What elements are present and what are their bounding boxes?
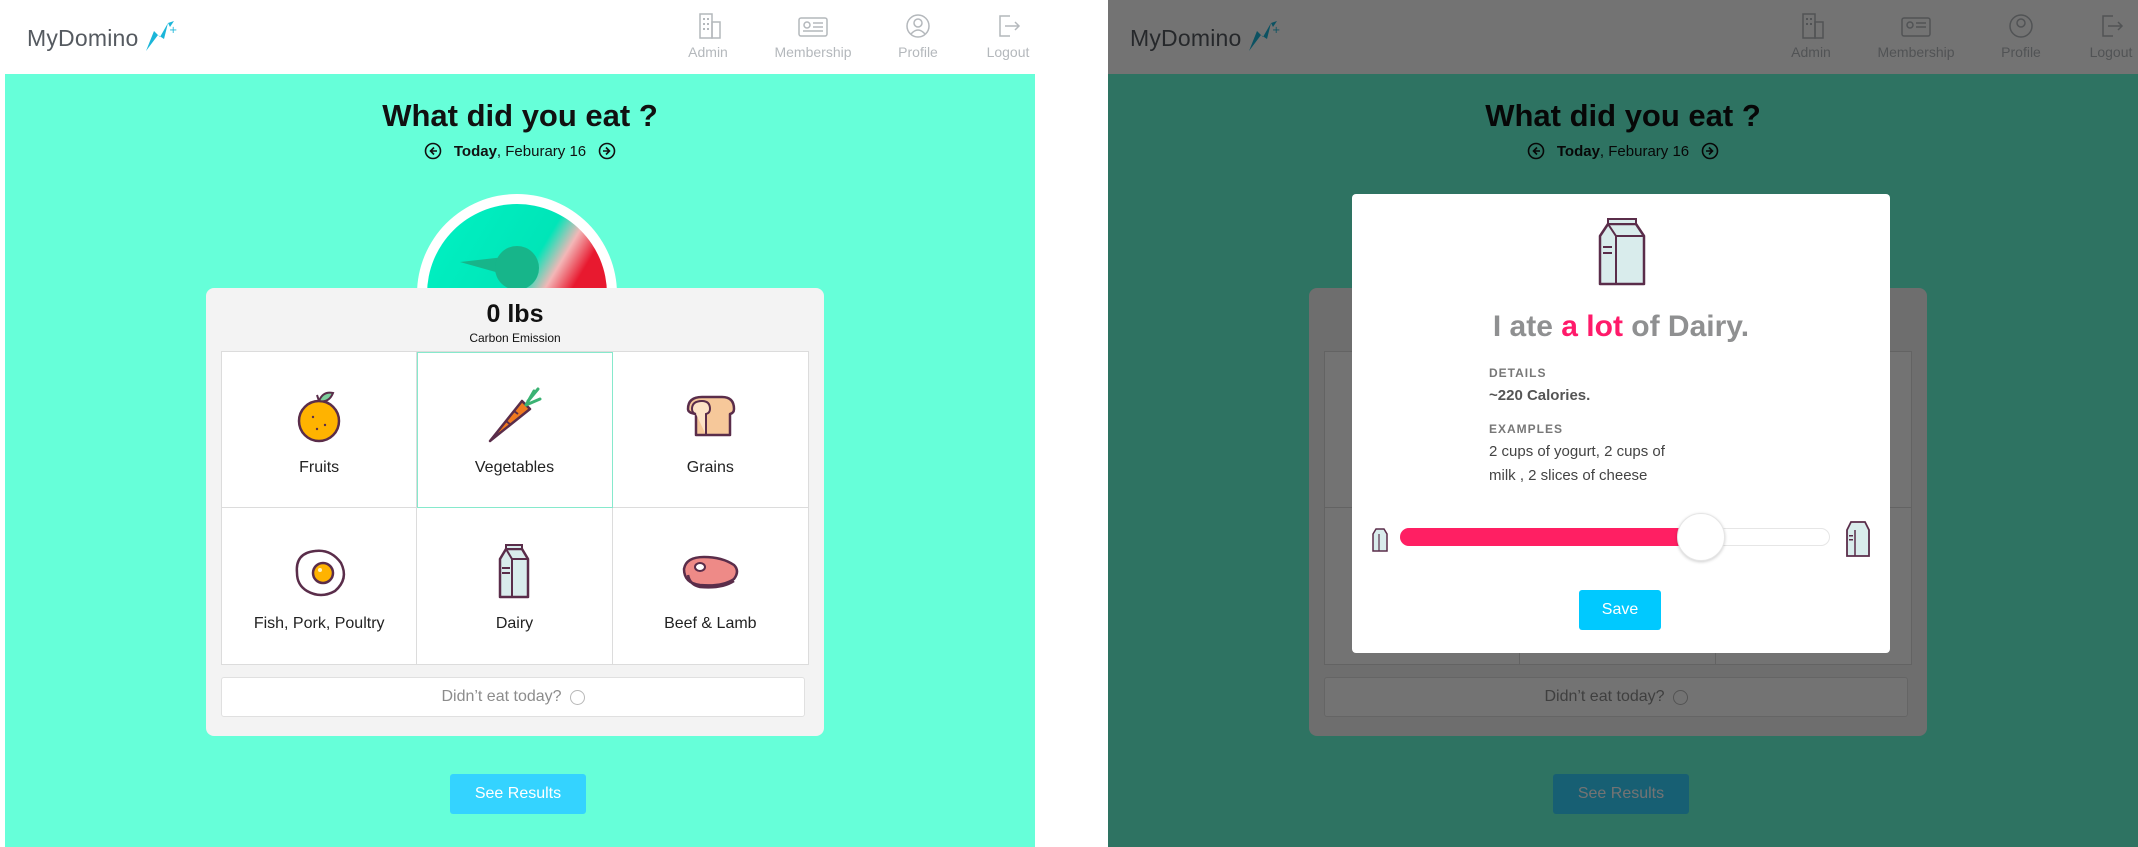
category-label: Dairy [495,615,534,632]
nav-profile[interactable]: Profile [873,12,963,60]
slider-fill [1400,528,1701,546]
category-fruits[interactable]: Fruits [222,352,418,508]
category-grains[interactable]: Grains [612,352,808,508]
category-dairy[interactable]: Dairy [417,508,613,664]
category-beef-lamb[interactable]: Beef & Lamb [612,508,808,664]
milk-carton-icon [499,544,530,599]
main-nav: Admin Membership Profile Logout [663,12,1035,60]
amount-highlight: a lot [1561,310,1623,343]
nav-membership[interactable]: Membership [753,12,873,60]
slider-thumb[interactable] [1677,513,1725,561]
title-suffix: of Dairy. [1631,310,1750,343]
category-label: Beef & Lamb [664,615,757,632]
building-icon [699,13,721,39]
nav-membership-label: Membership [774,44,852,60]
next-day-icon[interactable] [598,142,616,160]
date-today: Today [453,142,497,160]
examples-line-1: 2 cups of yogurt, 2 cups of [1489,443,1665,460]
bread-icon [687,395,736,436]
orange-icon [297,391,341,442]
examples-label: EXAMPLES [1489,422,1564,436]
emission-summary: 0 lbs Carbon Emission [206,300,824,345]
food-log-with-modal-screen: MyDomino + Admin Membership [1108,0,2138,847]
date-selector: Today, Feburary 16 [5,142,1035,160]
category-label: Fish, Pork, Poultry [253,615,385,632]
didnt-eat-label: Didn’t eat today? [441,688,562,705]
nav-logout-label: Logout [986,44,1030,60]
svg-text:+: + [169,25,177,36]
category-label: Grains [686,458,734,476]
food-card: 0 lbs Carbon Emission Fruits Vegetables … [206,288,824,736]
page-title: What did you eat ? [382,98,658,133]
save-button[interactable]: Save [1579,590,1661,630]
food-category-grid: Fruits Vegetables Grains Fish, Pork, Pou… [221,351,809,665]
carbon-gauge [417,194,617,294]
nav-profile-label: Profile [898,44,938,60]
date-label: Today, Feburary 16 [454,143,586,160]
category-label: Vegetables [474,458,555,476]
details-label: DETAILS [1489,366,1547,380]
small-milk-icon [1372,528,1388,552]
date-rest: , Feburary 16 [496,142,587,160]
previous-day-icon[interactable] [424,142,442,160]
logo-text[interactable]: MyDomino [27,25,139,52]
egg-icon [295,549,346,597]
details-value: ~220 Calories. [1489,387,1591,404]
food-log-screen: MyDomino + Admin Membership Profile Logo… [5,0,1035,847]
screenshot-stage: MyDomino + Admin Membership Profile Logo… [0,0,2138,847]
category-fish-pork-poultry[interactable]: Fish, Pork, Poultry [222,508,418,664]
dairy-amount-modal: I ate a lot of Dairy. DETAILS ~220 Calor… [1352,194,1890,653]
category-vegetables[interactable]: Vegetables [417,352,613,508]
emission-value: 0 lbs [486,300,544,328]
amount-slider[interactable] [1400,513,1830,561]
app-background: MyDomino + Admin Membership [5,0,1035,847]
logo-bird-icon: + [146,21,177,51]
id-card-icon [798,17,828,37]
nav-admin[interactable]: Admin [663,12,753,60]
carrot-icon [489,387,542,442]
didnt-eat-radio[interactable] [569,689,585,705]
steak-icon [683,555,739,589]
logout-icon [999,15,1021,37]
nav-admin-label: Admin [688,44,728,60]
top-navigation-bar: MyDomino + Admin Membership [5,0,1035,74]
user-icon [906,14,930,38]
examples-line-2: milk , 2 slices of cheese [1489,467,1648,484]
emission-label: Carbon Emission [469,331,561,345]
category-label: Fruits [299,458,340,476]
didnt-eat-toggle[interactable]: Didn’t eat today? [221,677,805,717]
nav-logout[interactable]: Logout [963,12,1035,60]
modal-title: I ate a lot of Dairy. [1352,310,1890,344]
large-milk-icon [1846,521,1870,557]
milk-carton-icon [1598,218,1646,286]
see-results-button[interactable]: See Results [450,774,586,814]
gauge-hub [495,246,539,290]
title-prefix: I ate [1492,310,1553,343]
